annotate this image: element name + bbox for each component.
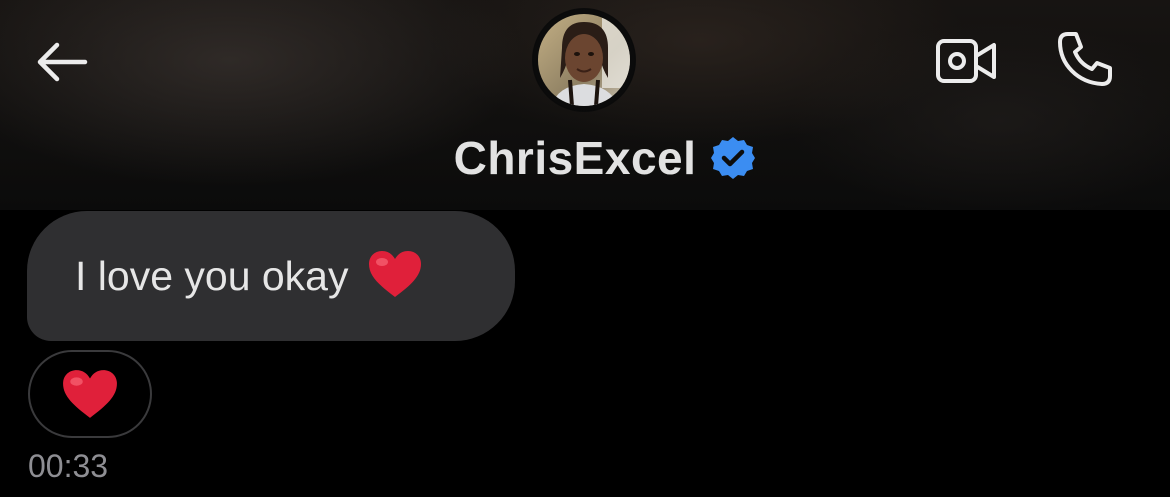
avatar-photo [533,9,635,111]
avatar[interactable] [532,8,636,112]
arrow-left-icon [37,42,88,82]
video-camera-icon [936,39,996,83]
contact-name: ChrisExcel [453,132,697,184]
chat-screen: ChrisExcel I love you okay 00:33 [0,0,1170,497]
red-heart-icon [367,249,423,304]
verified-badge-icon [711,137,756,179]
message-timestamp: 00:33 [28,448,109,484]
back-button[interactable] [30,36,92,88]
message-bubble[interactable]: I love you okay [27,211,515,341]
phone-icon [1058,32,1112,86]
contact-name-row[interactable]: ChrisExcel [0,128,1170,188]
voice-call-button[interactable] [1052,26,1118,92]
video-call-button[interactable] [932,32,1000,90]
message-text: I love you okay [75,252,349,299]
chat-header: ChrisExcel [0,0,1170,210]
red-heart-icon [63,370,117,418]
reaction-badge[interactable] [28,350,152,438]
